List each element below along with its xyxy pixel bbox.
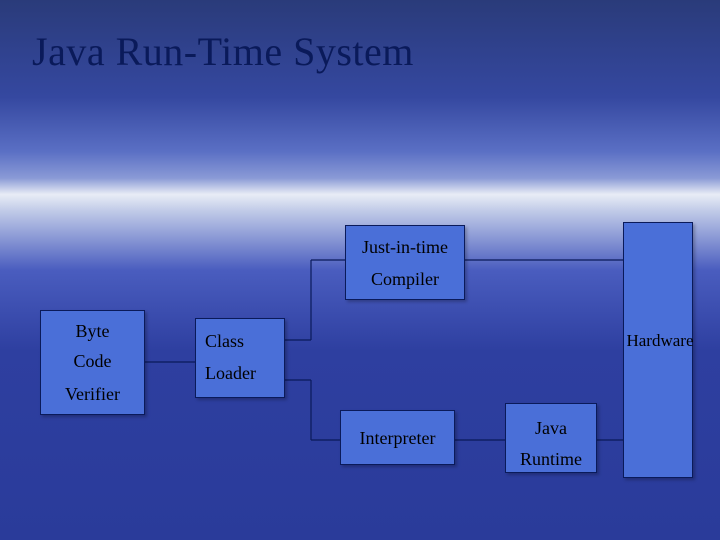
label-interpreter-line1: Interpreter (340, 427, 455, 450)
label-javaruntime-line1: Java (505, 417, 597, 440)
label-bytecode-line1: Byte (40, 320, 145, 343)
label-classloader-line2: Loader (195, 362, 285, 385)
label-bytecode-line2: Code (40, 350, 145, 373)
label-jit-line2: Compiler (345, 268, 465, 291)
label-javaruntime-line2: Runtime (505, 448, 597, 471)
label-bytecode-line3: Verifier (40, 383, 145, 406)
label-jit-line1: Just-in-time (345, 236, 465, 259)
page-title: Java Run-Time System (32, 28, 414, 75)
label-hardware-line1: Hardware (615, 330, 705, 352)
label-classloader-line1: Class (195, 330, 285, 353)
